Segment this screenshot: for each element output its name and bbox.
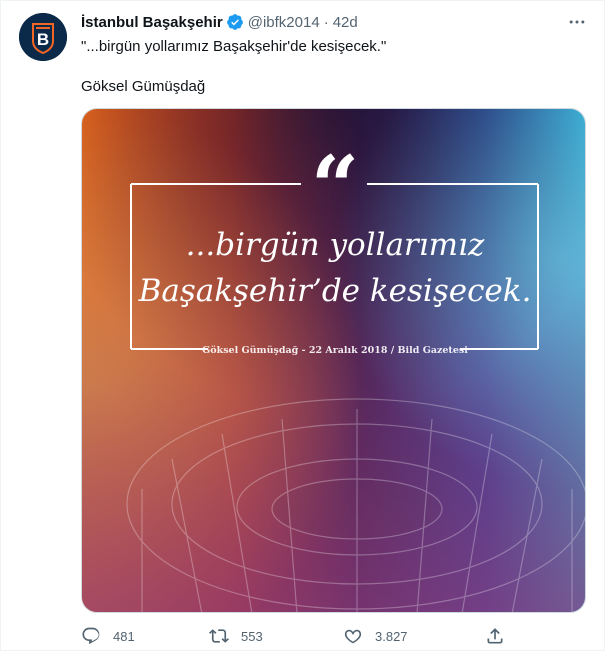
share-icon: [487, 628, 503, 644]
quote-text-line-1: ...birgün yollarımız: [186, 227, 485, 263]
more-options-icon[interactable]: [564, 9, 590, 35]
separator-dot: ·: [323, 13, 329, 31]
quote-mark: “: [311, 137, 359, 236]
club-crest-icon: B: [19, 13, 67, 61]
tweet-text-line-2: Göksel Gümüşdağ: [81, 78, 206, 95]
reply-icon: [82, 627, 100, 645]
avatar[interactable]: B: [19, 13, 67, 61]
verified-badge-icon: [226, 13, 244, 31]
tweet-card[interactable]: B İstanbul Başakşehir @ibfk2014 · 42d ".…: [0, 0, 605, 651]
tweet-actions: 481 553 3.827: [81, 625, 581, 647]
tweet-timestamp[interactable]: 42d: [333, 14, 358, 31]
quote-text-line-2: Başakşehir’de kesişecek.: [138, 273, 532, 309]
author-display-name[interactable]: İstanbul Başakşehir: [81, 14, 223, 31]
tweet-header: İstanbul Başakşehir @ibfk2014 · 42d: [81, 12, 358, 32]
heart-icon: [344, 629, 362, 644]
author-handle[interactable]: @ibfk2014: [248, 14, 320, 31]
like-button[interactable]: 3.827: [343, 625, 408, 647]
svg-text:B: B: [37, 30, 49, 49]
reply-button[interactable]: 481: [81, 625, 135, 647]
like-count: 3.827: [375, 628, 408, 644]
reply-count: 481: [113, 628, 135, 644]
tweet-media-image[interactable]: “ ...birgün yollarımız Başakşehir’de kes…: [81, 108, 586, 613]
tweet-text-line-1: "...birgün yollarımız Başakşehir'de kesi…: [81, 38, 387, 55]
retweet-icon: [209, 629, 229, 643]
retweet-button[interactable]: 553: [209, 625, 263, 647]
quote-caption: Göksel Gümüşdağ - 22 Aralık 2018 / Bild …: [202, 345, 468, 356]
share-button[interactable]: [485, 625, 517, 647]
retweet-count: 553: [241, 628, 263, 644]
